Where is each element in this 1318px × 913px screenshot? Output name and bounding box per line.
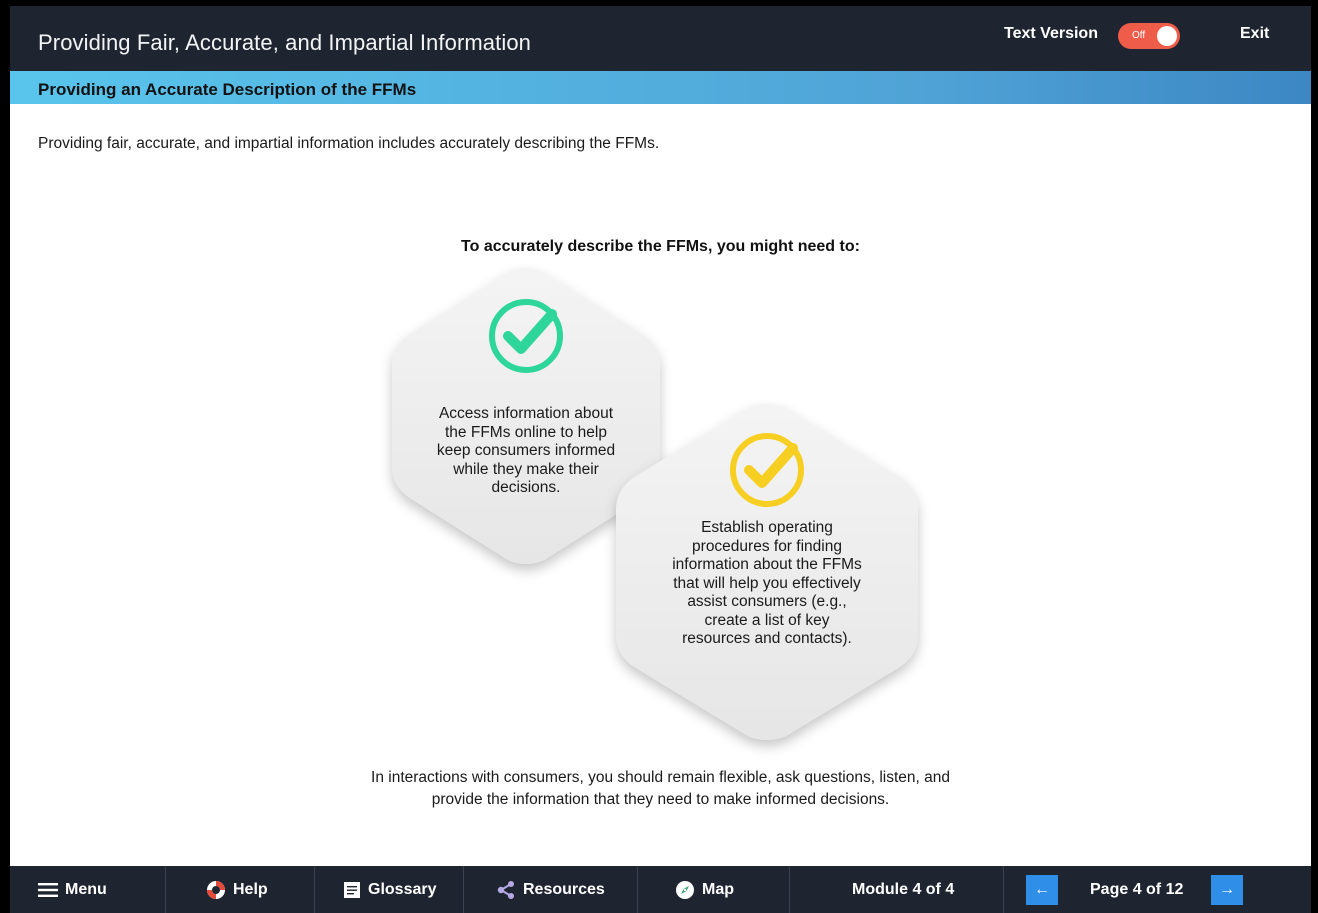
menu-button[interactable]: Menu bbox=[38, 866, 107, 913]
check-circle-icon bbox=[730, 433, 804, 507]
page-title: Providing an Accurate Description of the… bbox=[38, 80, 417, 99]
nav-divider bbox=[165, 866, 166, 913]
resources-button[interactable]: Resources bbox=[496, 866, 605, 913]
nav-divider bbox=[637, 866, 638, 913]
arrow-right-icon: → bbox=[1219, 881, 1235, 898]
book-icon bbox=[343, 881, 361, 899]
top-bar: Providing Fair, Accurate, and Impartial … bbox=[10, 6, 1311, 71]
text-version-toggle[interactable]: Off bbox=[1118, 23, 1180, 49]
nav-divider bbox=[463, 866, 464, 913]
previous-page-button[interactable]: ← bbox=[1026, 875, 1058, 905]
share-icon bbox=[496, 880, 516, 900]
lifebuoy-icon bbox=[206, 880, 226, 900]
text-version-label: Text Version bbox=[1004, 25, 1098, 42]
nav-divider bbox=[1003, 866, 1004, 913]
module-indicator: Module 4 of 4 bbox=[852, 881, 955, 898]
check-circle-icon bbox=[489, 299, 563, 373]
menu-label: Menu bbox=[65, 880, 107, 898]
intro-text: Providing fair, accurate, and impartial … bbox=[38, 135, 660, 152]
help-label: Help bbox=[233, 880, 268, 898]
arrow-left-icon: ← bbox=[1034, 881, 1050, 898]
course-title: Providing Fair, Accurate, and Impartial … bbox=[38, 30, 531, 55]
page-indicator: Page 4 of 12 bbox=[1090, 881, 1184, 898]
page-title-bar: Providing an Accurate Description of the… bbox=[10, 71, 1311, 104]
resources-label: Resources bbox=[523, 880, 605, 898]
map-label: Map bbox=[702, 880, 734, 898]
closing-text: In interactions with consumers, you shou… bbox=[371, 769, 950, 808]
course-window: Providing Fair, Accurate, and Impartial … bbox=[10, 6, 1311, 913]
glossary-label: Glossary bbox=[368, 880, 437, 898]
nav-divider bbox=[314, 866, 315, 913]
hamburger-icon bbox=[38, 882, 58, 897]
compass-icon bbox=[675, 880, 695, 900]
next-page-button[interactable]: → bbox=[1211, 875, 1243, 905]
hexagon-card-operating-procedures: Establish operating procedures for findi… bbox=[602, 400, 932, 746]
card-text-operating-procedures: Establish operating procedures for findi… bbox=[672, 519, 862, 647]
exit-button[interactable]: Exit bbox=[1240, 25, 1269, 43]
bottom-nav: Menu Help Glossary Resources Map Module … bbox=[10, 866, 1311, 913]
toggle-knob bbox=[1157, 26, 1177, 46]
nav-divider bbox=[789, 866, 790, 913]
glossary-button[interactable]: Glossary bbox=[343, 866, 436, 913]
help-button[interactable]: Help bbox=[206, 866, 268, 913]
toggle-state-label: Off bbox=[1132, 30, 1146, 41]
section-heading: To accurately describe the FFMs, you mig… bbox=[461, 238, 860, 255]
map-button[interactable]: Map bbox=[675, 866, 734, 913]
